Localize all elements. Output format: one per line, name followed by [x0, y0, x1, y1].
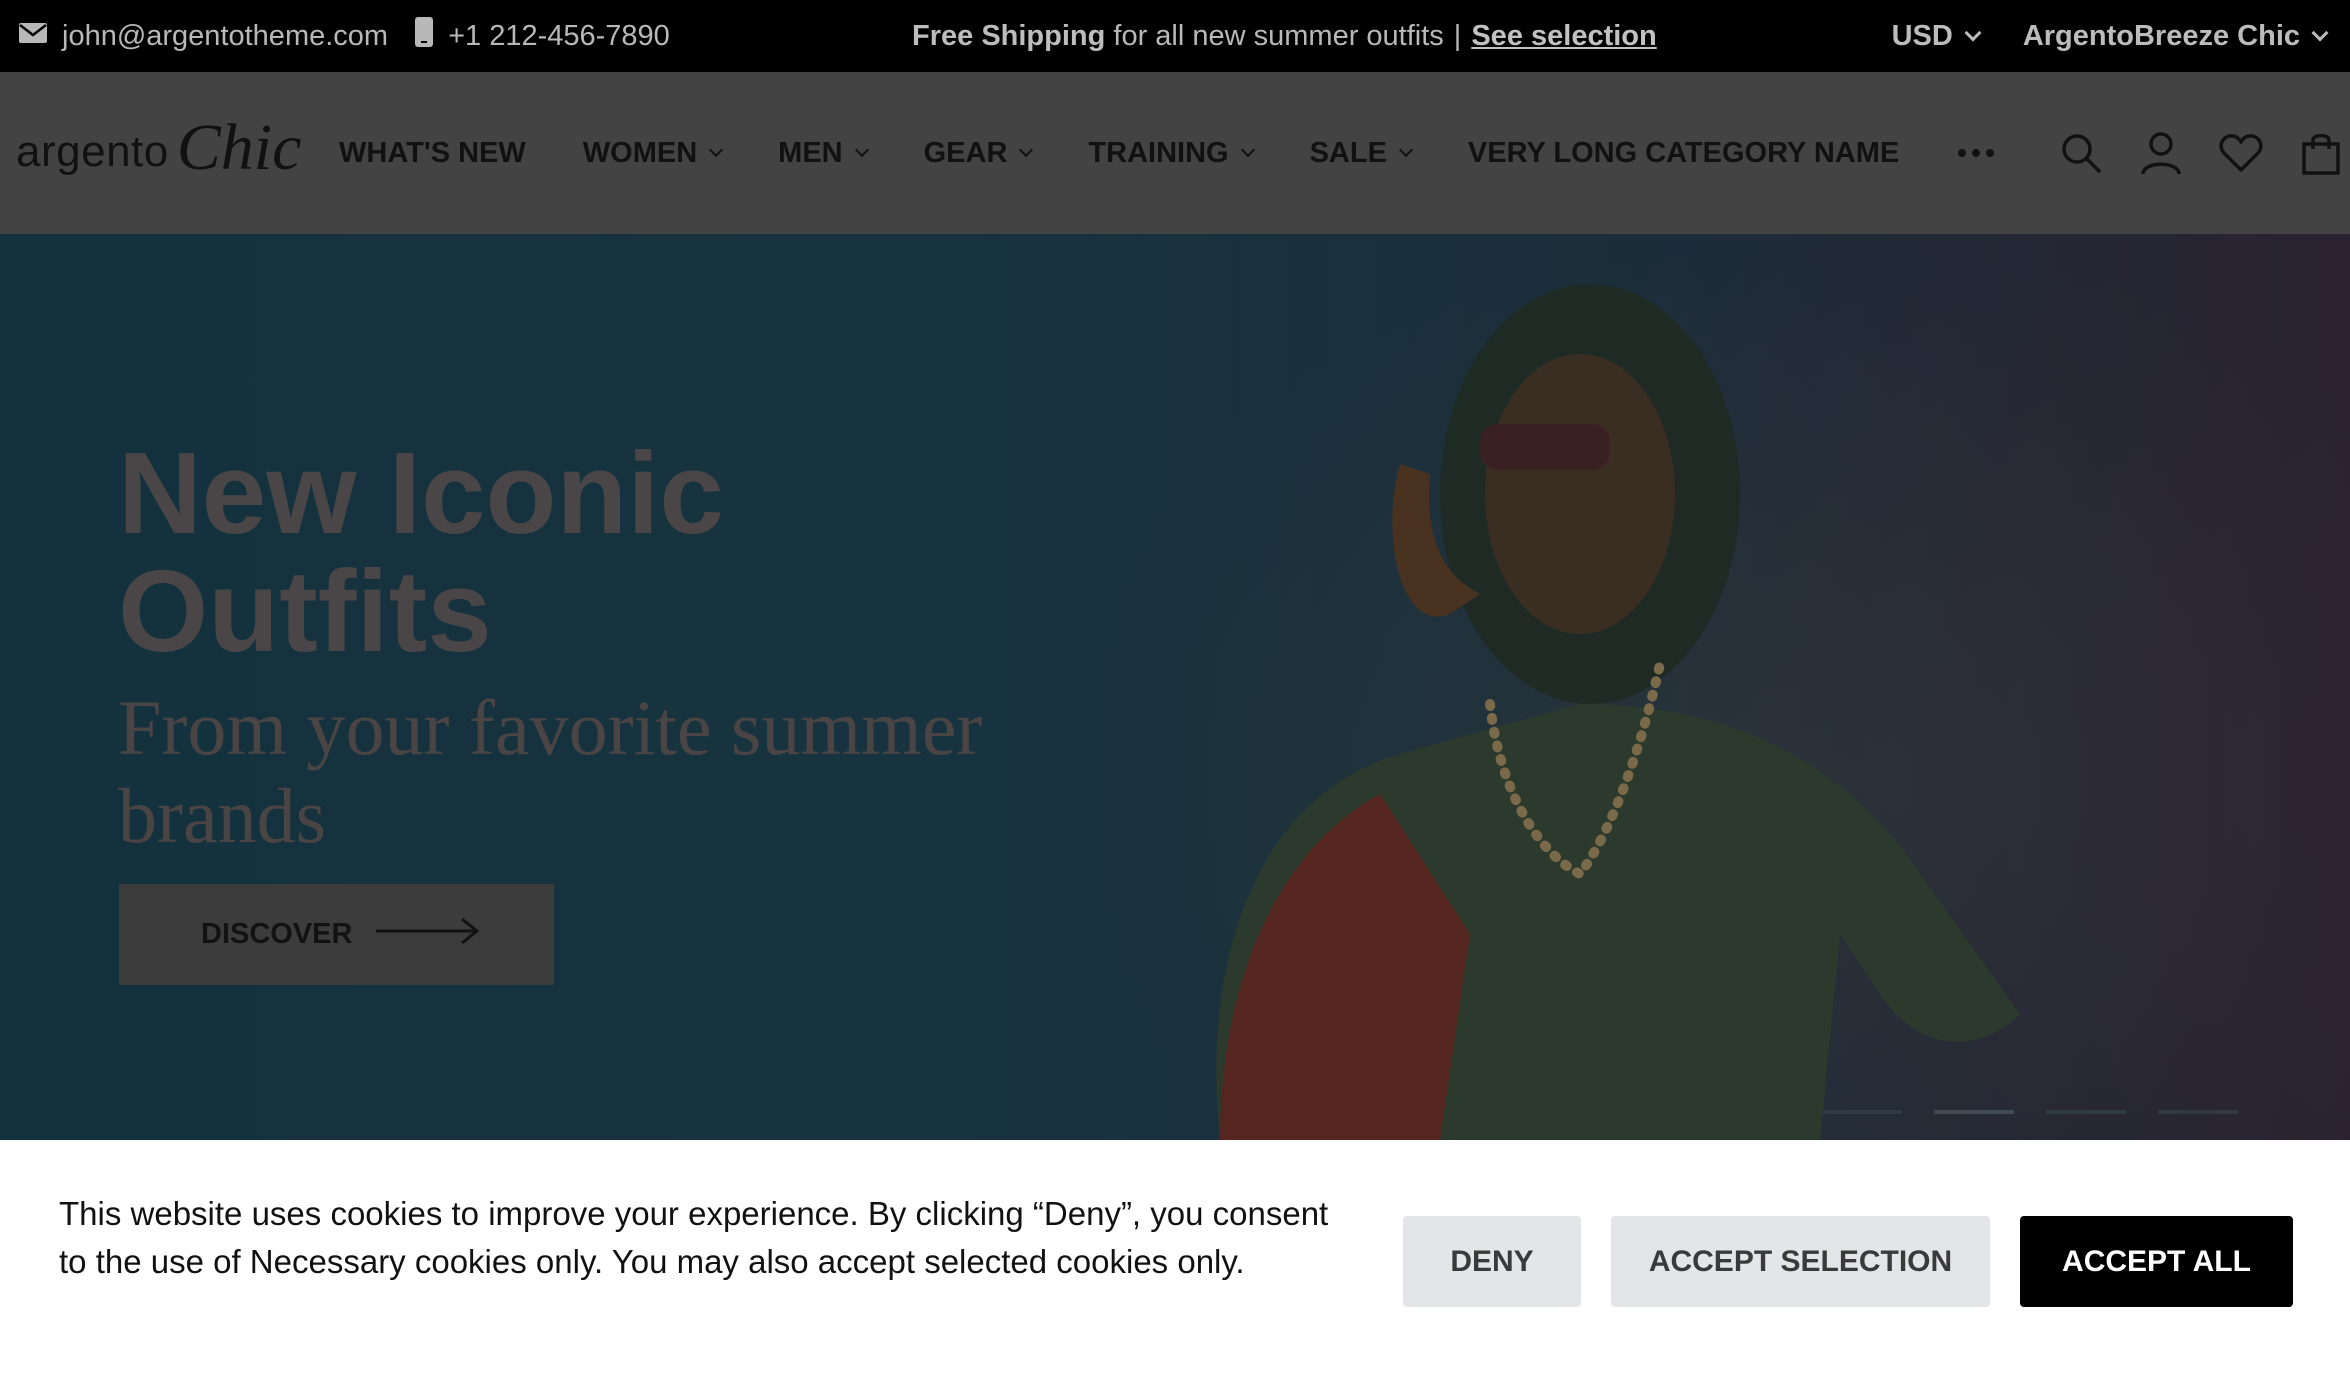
- slide-dot-4[interactable]: [2158, 1110, 2238, 1114]
- hero-title: New Iconic Outfits: [118, 428, 724, 676]
- search-icon[interactable]: [2058, 130, 2104, 176]
- chevron-down-icon: [2311, 24, 2329, 42]
- currency-label: USD: [1891, 19, 1953, 52]
- accept-selection-button[interactable]: ACCEPT SELECTION: [1611, 1216, 1990, 1307]
- discover-button[interactable]: DISCOVER: [119, 884, 554, 985]
- hero-banner: New Iconic Outfits From your favorite su…: [0, 234, 2350, 1140]
- nav-item-training[interactable]: TRAINING: [1088, 136, 1255, 170]
- chevron-down-icon: [709, 142, 724, 158]
- email-link[interactable]: john@argentotheme.com: [18, 20, 388, 53]
- accept-all-button[interactable]: ACCEPT ALL: [2020, 1216, 2293, 1307]
- nav-label: SALE: [1309, 136, 1387, 169]
- chevron-down-icon: [1398, 142, 1413, 158]
- nav-item-sale[interactable]: SALE: [1309, 136, 1413, 170]
- main-navigation: WHAT'S NEW WOMEN MEN GEAR TRAINING SALE …: [339, 72, 1956, 234]
- chevron-down-icon: [854, 142, 869, 158]
- top-bar: john@argentotheme.com +1 212-456-7890 Fr…: [0, 0, 2350, 72]
- nav-item-women[interactable]: WOMEN: [582, 136, 724, 170]
- promo-message: Free Shipping for all new summer outfits…: [912, 0, 1657, 72]
- logo-text-chic: Chic: [176, 111, 302, 184]
- chevron-down-icon: [1240, 142, 1255, 158]
- nav-item-men[interactable]: MEN: [778, 136, 869, 170]
- hero-image: [1020, 234, 2350, 1140]
- nav-label: VERY LONG CATEGORY NAME: [1467, 136, 1900, 169]
- promo-text: for all new summer outfits: [1113, 19, 1444, 52]
- phone-text: +1 212-456-7890: [448, 19, 670, 52]
- promo-bold: Free Shipping: [912, 19, 1106, 52]
- store-switcher[interactable]: ArgentoBreeze Chic: [2022, 19, 2329, 53]
- wishlist-icon[interactable]: [2218, 130, 2264, 176]
- store-label: ArgentoBreeze Chic: [2022, 19, 2300, 52]
- slider-pagination: [1822, 1110, 2238, 1114]
- nav-label: GEAR: [923, 136, 1008, 169]
- site-header: argento Chic WHAT'S NEW WOMEN MEN GEAR T…: [0, 72, 2350, 234]
- nav-label: WOMEN: [582, 136, 698, 169]
- phone-icon: [414, 16, 434, 56]
- chevron-down-icon: [1019, 142, 1034, 158]
- hero-subtitle: From your favorite summer brands: [118, 684, 983, 859]
- mail-icon: [18, 20, 48, 53]
- phone-link[interactable]: +1 212-456-7890: [414, 16, 670, 56]
- account-icon[interactable]: [2138, 130, 2184, 176]
- nav-item-gear[interactable]: GEAR: [923, 136, 1034, 170]
- logo-text-argento: argento: [16, 127, 169, 176]
- arrow-right-icon: [376, 916, 480, 954]
- cart-icon[interactable]: [2298, 130, 2344, 176]
- discover-label: DISCOVER: [201, 918, 353, 950]
- nav-label: TRAINING: [1088, 136, 1229, 169]
- email-text: john@argentotheme.com: [62, 19, 389, 52]
- slide-dot-2[interactable]: [1934, 1110, 2014, 1114]
- more-menu-icon[interactable]: [1958, 72, 1994, 234]
- see-selection-link[interactable]: See selection: [1471, 20, 1656, 53]
- nav-label: MEN: [778, 136, 843, 169]
- site-logo[interactable]: argento Chic: [16, 102, 301, 202]
- slide-dot-1[interactable]: [1822, 1110, 1902, 1114]
- cookie-message: This website uses cookies to improve you…: [59, 1195, 1329, 1280]
- promo-separator: |: [1453, 19, 1462, 52]
- deny-button[interactable]: DENY: [1403, 1216, 1581, 1307]
- nav-item-very-long-category[interactable]: VERY LONG CATEGORY NAME: [1468, 137, 1899, 170]
- nav-item-whats-new[interactable]: WHAT'S NEW: [339, 137, 526, 170]
- chevron-down-icon: [1964, 24, 1982, 42]
- currency-switcher[interactable]: USD: [1891, 19, 1982, 53]
- slide-dot-3[interactable]: [2046, 1110, 2126, 1114]
- nav-label: WHAT'S NEW: [339, 136, 526, 169]
- cookie-banner: This website uses cookies to improve you…: [0, 1140, 2350, 1382]
